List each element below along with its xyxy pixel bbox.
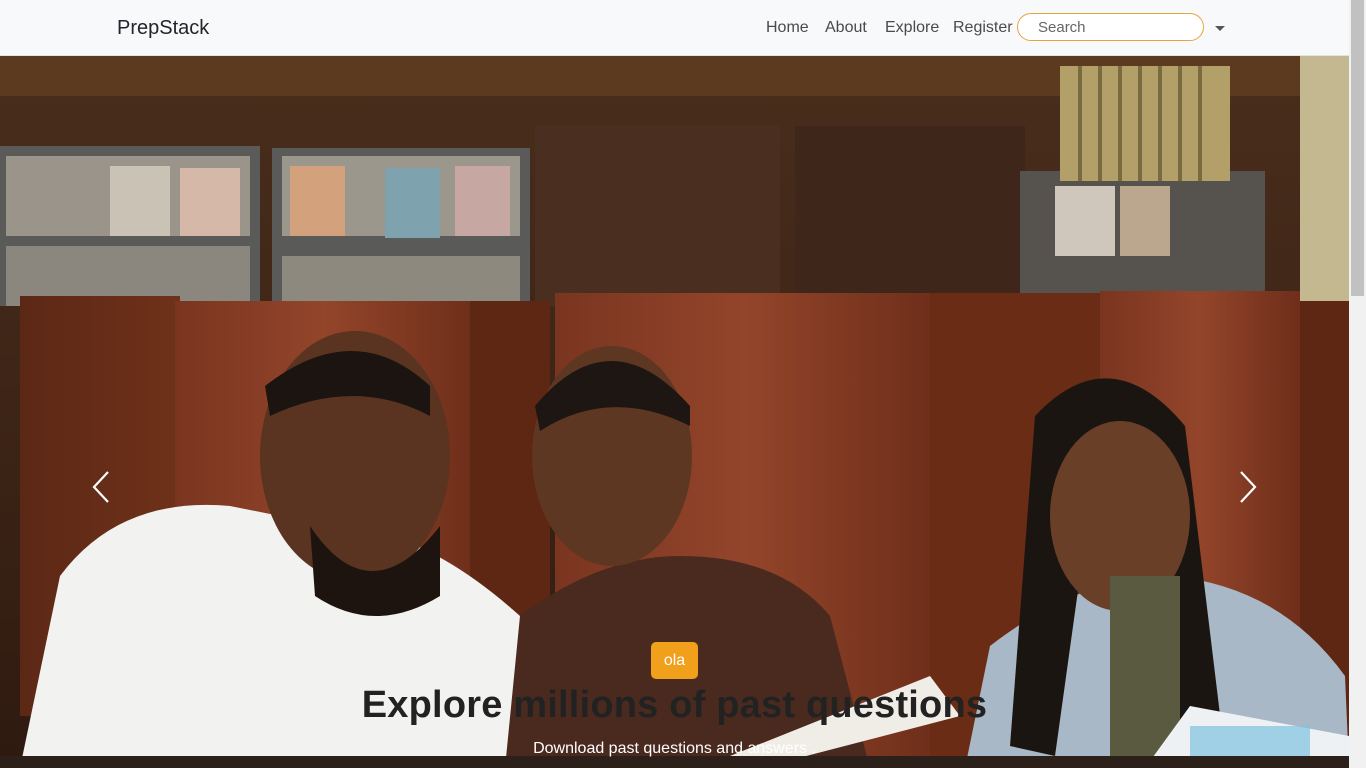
- search-input[interactable]: [1017, 13, 1204, 41]
- chevron-right-icon: [1240, 471, 1257, 503]
- hero-subtext: Download past questions and answers .: [533, 740, 816, 757]
- nav-link-explore[interactable]: Explore: [885, 19, 939, 37]
- brand-logo[interactable]: PrepStack: [117, 17, 209, 40]
- caret-down-icon[interactable]: [1215, 26, 1225, 31]
- nav-link-about[interactable]: About: [825, 19, 867, 37]
- carousel-next-button[interactable]: [1233, 461, 1263, 513]
- nav-link-register[interactable]: Register: [953, 19, 1013, 37]
- chevron-left-icon: [92, 471, 109, 503]
- scrollbar-thumb[interactable]: [1351, 0, 1364, 296]
- carousel-prev-button[interactable]: [86, 461, 116, 513]
- page-scrollbar[interactable]: [1349, 0, 1366, 768]
- nav-link-home[interactable]: Home: [766, 19, 809, 37]
- navbar: PrepStack Home About Explore Register: [0, 0, 1349, 56]
- hero-headline: Explore millions of past questions: [361, 684, 988, 726]
- caption-badge[interactable]: ola: [651, 642, 698, 679]
